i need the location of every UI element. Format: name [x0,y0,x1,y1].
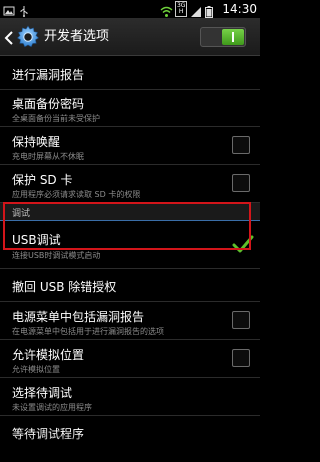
list-item-power-menu-bug-report[interactable]: 电源菜单中包括漏洞报告 在电源菜单中包括用于进行漏洞报告的选项 [0,302,260,340]
gear-icon[interactable] [15,24,41,50]
network-type-bottom: H [178,8,184,15]
list-item-title: 保护 SD 卡 [12,173,73,187]
status-bar: 3G H 14:30 [0,0,260,18]
list-item-subtitle: 在电源菜单中包括用于进行漏洞报告的选项 [12,327,164,336]
check-icon[interactable] [232,234,254,254]
protect-sd-checkbox[interactable] [232,174,250,192]
section-header-debug: 调试 [0,203,260,221]
list-item-wait-for-debugger[interactable]: 等待调试程序 [0,416,260,446]
list-item-title: 桌面备份密码 [12,97,85,111]
mock-location-checkbox[interactable] [232,349,250,367]
image-icon [3,2,15,16]
list-item-backup-password[interactable]: 桌面备份密码 全桌面备份当前未受保护 [0,90,260,127]
signal-icon [190,3,202,17]
list-item-protect-sd[interactable]: 保护 SD 卡 应用程序必须请求读取 SD 卡的权限 [0,165,260,203]
settings-list: 进行漏洞报告 桌面备份密码 全桌面备份当前未受保护 保持唤醒 充电时屏幕从不休眠… [0,57,260,446]
list-item-stay-awake[interactable]: 保持唤醒 充电时屏幕从不休眠 [0,127,260,165]
list-item-select-debug-app[interactable]: 选择待调试 未设置调试的应用程序 [0,378,260,416]
usb-icon [18,2,30,17]
list-item-title: 电源菜单中包括漏洞报告 [12,310,145,324]
list-item-title: 保持唤醒 [12,135,61,149]
list-item-mock-location[interactable]: 允许模拟位置 允许模拟位置 [0,340,260,378]
battery-icon [205,3,217,18]
wifi-icon [160,3,173,17]
stay-awake-checkbox[interactable] [232,136,250,154]
list-item-title: 允许模拟位置 [12,348,85,362]
list-item-subtitle: 连接USB时调试模式启动 [12,251,101,260]
back-icon[interactable] [4,30,14,45]
list-item-subtitle: 允许模拟位置 [12,365,60,374]
list-item-title: 等待调试程序 [12,427,85,441]
power-menu-bug-report-checkbox[interactable] [232,311,250,329]
list-item-subtitle: 应用程序必须请求读取 SD 卡的权限 [12,190,141,199]
list-item-usb-debugging[interactable]: USB调试 连接USB时调试模式启动 [0,221,260,269]
network-type-badge: 3G H [174,1,188,17]
list-item-title: 撤回 USB 除错授权 [12,280,117,294]
list-item-revoke-usb-auth[interactable]: 撤回 USB 除错授权 [0,269,260,302]
list-item-subtitle: 未设置调试的应用程序 [12,403,92,412]
section-header-label: 调试 [12,209,31,219]
list-item-title: 进行漏洞报告 [12,68,85,82]
list-item-subtitle: 充电时屏幕从不休眠 [12,152,84,161]
action-bar: 开发者选项 [0,18,260,56]
toggle-knob [222,29,244,45]
list-item-title: 选择待调试 [12,386,73,400]
developer-options-toggle[interactable] [200,27,246,47]
list-item-subtitle: 全桌面备份当前未受保护 [12,114,100,123]
page-title: 开发者选项 [44,29,110,44]
status-time: 14:30 [222,2,257,16]
list-item-title: USB调试 [12,233,61,247]
list-item-bug-report[interactable]: 进行漏洞报告 [0,57,260,90]
